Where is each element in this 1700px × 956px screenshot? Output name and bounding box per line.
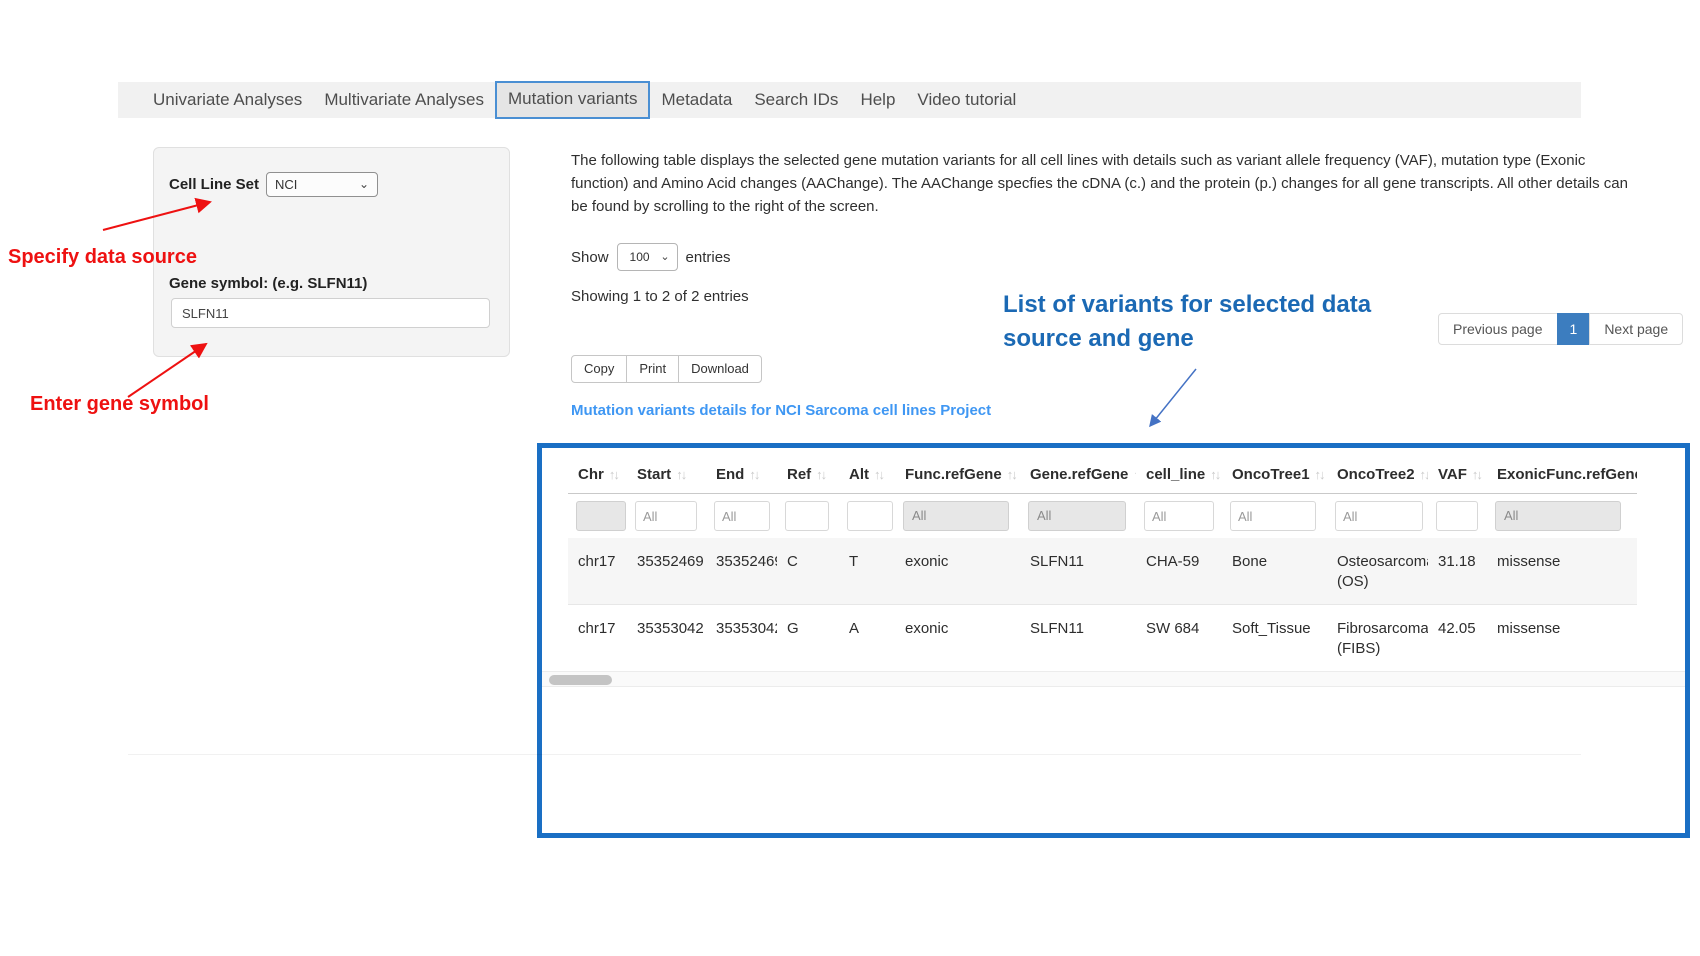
sort-icon[interactable]: ↑↓ (1210, 467, 1219, 482)
column-header-oncotree1[interactable]: OncoTree1↑↓ (1222, 448, 1327, 494)
query-panel: Cell Line Set NCI ⌄ Gene symbol: (e.g. S… (153, 147, 510, 357)
column-header-oncotree2[interactable]: OncoTree2↑↓ (1327, 448, 1428, 494)
next-page-button[interactable]: Next page (1589, 313, 1683, 345)
sort-icon[interactable]: ↑↓ (676, 467, 685, 482)
cell-line-set-label: Cell Line Set (169, 176, 259, 193)
variants-table-box: Chr↑↓ Start↑↓ End↑↓ Ref↑↓ Alt↑↓ Func.ref… (537, 443, 1690, 838)
column-header-func-refgene[interactable]: Func.refGene↑↓ (895, 448, 1020, 494)
table-caption-link[interactable]: Mutation variants details for NCI Sarcom… (571, 402, 991, 419)
tab-video-tutorial[interactable]: Video tutorial (906, 82, 1027, 118)
column-header-gene-refgene[interactable]: Gene.refGene↑↓ (1020, 448, 1136, 494)
chevron-down-icon: ⌄ (359, 173, 369, 196)
column-header-ref[interactable]: Ref↑↓ (777, 448, 839, 494)
sort-icon[interactable]: ↑↓ (816, 467, 825, 482)
sort-icon[interactable]: ↑↓ (874, 467, 883, 482)
annotation-specify-data-source: Specify data source (8, 246, 197, 269)
previous-page-button[interactable]: Previous page (1438, 313, 1558, 345)
cell-line-set-select[interactable]: NCI ⌄ (266, 172, 378, 197)
gene-symbol-label: Gene symbol: (e.g. SLFN11) (169, 275, 367, 292)
filter-chr[interactable] (576, 501, 626, 531)
filter-end[interactable] (714, 501, 770, 531)
filter-ref[interactable] (785, 501, 829, 531)
annotation-list-line1: List of variants for selected data (1003, 288, 1371, 322)
annotation-list-line2: source and gene (1003, 322, 1371, 356)
filter-oncotree1[interactable] (1230, 501, 1316, 531)
top-nav: Univariate Analyses Multivariate Analyse… (118, 82, 1581, 118)
arrow-list-of-variants (1150, 369, 1196, 426)
column-header-chr[interactable]: Chr↑↓ (568, 448, 627, 494)
sort-icon[interactable]: ↑↓ (749, 467, 758, 482)
filter-oncotree2[interactable] (1335, 501, 1423, 531)
filter-func-refgene[interactable]: All (903, 501, 1009, 531)
cell-line-set-value: NCI (275, 177, 297, 192)
tab-univariate-analyses[interactable]: Univariate Analyses (142, 82, 313, 118)
filter-cell-line[interactable] (1144, 501, 1214, 531)
page-length-value: 100 (630, 250, 650, 264)
sort-icon[interactable]: ↑↓ (1007, 467, 1016, 482)
tab-mutation-variants[interactable]: Mutation variants (495, 81, 650, 119)
table-row: chr17 35353042 35353042 G A exonic SLFN1… (568, 605, 1637, 672)
filter-exonicfunc-refgene[interactable]: All (1495, 501, 1621, 531)
chevron-down-icon: ⌄ (660, 244, 669, 270)
column-header-cell-line[interactable]: cell_line↑↓ (1136, 448, 1222, 494)
filter-vaf[interactable] (1436, 501, 1478, 531)
show-label: Show (571, 249, 609, 266)
print-button[interactable]: Print (626, 355, 679, 383)
column-header-exonicfunc-refgene[interactable]: ExonicFunc.refGene↑↓ (1487, 448, 1637, 494)
filter-start[interactable] (635, 501, 697, 531)
pagination: Previous page 1 Next page (1438, 313, 1683, 345)
variants-table: Chr↑↓ Start↑↓ End↑↓ Ref↑↓ Alt↑↓ Func.ref… (568, 448, 1637, 671)
page-length-select[interactable]: 100 ⌄ (617, 243, 678, 271)
filter-gene-refgene[interactable]: All (1028, 501, 1126, 531)
show-entries-control: Show 100 ⌄ entries (571, 243, 731, 271)
annotation-enter-gene-symbol: Enter gene symbol (30, 393, 209, 416)
tab-help[interactable]: Help (849, 82, 906, 118)
tab-multivariate-analyses[interactable]: Multivariate Analyses (313, 82, 495, 118)
gene-symbol-input[interactable] (171, 298, 490, 328)
annotation-list-of-variants: List of variants for selected data sourc… (1003, 288, 1371, 356)
download-button[interactable]: Download (678, 355, 762, 383)
copy-button[interactable]: Copy (571, 355, 627, 383)
sort-icon[interactable]: ↑↓ (1472, 467, 1481, 482)
page-1-button[interactable]: 1 (1557, 313, 1591, 345)
entries-label: entries (686, 249, 731, 266)
sort-icon[interactable]: ↑↓ (1133, 467, 1136, 482)
filter-alt[interactable] (847, 501, 893, 531)
tab-metadata[interactable]: Metadata (650, 82, 743, 118)
page-divider (128, 754, 1581, 755)
column-header-vaf[interactable]: VAF↑↓ (1428, 448, 1487, 494)
header-row: Chr↑↓ Start↑↓ End↑↓ Ref↑↓ Alt↑↓ Func.ref… (568, 448, 1637, 494)
sort-icon[interactable]: ↑↓ (1420, 467, 1428, 482)
sort-icon[interactable]: ↑↓ (1315, 467, 1324, 482)
column-header-start[interactable]: Start↑↓ (627, 448, 706, 494)
scrollbar-thumb[interactable] (549, 675, 612, 685)
horizontal-scrollbar[interactable] (542, 671, 1685, 687)
column-header-alt[interactable]: Alt↑↓ (839, 448, 895, 494)
table-description: The following table displays the selecte… (571, 149, 1637, 218)
filter-row: All All All (568, 494, 1637, 539)
showing-entries-status: Showing 1 to 2 of 2 entries (571, 288, 749, 305)
tab-search-ids[interactable]: Search IDs (743, 82, 849, 118)
table-row: chr17 35352469 35352469 C T exonic SLFN1… (568, 538, 1637, 605)
sort-icon[interactable]: ↑↓ (609, 467, 618, 482)
export-buttons: Copy Print Download (571, 355, 762, 383)
column-header-end[interactable]: End↑↓ (706, 448, 777, 494)
